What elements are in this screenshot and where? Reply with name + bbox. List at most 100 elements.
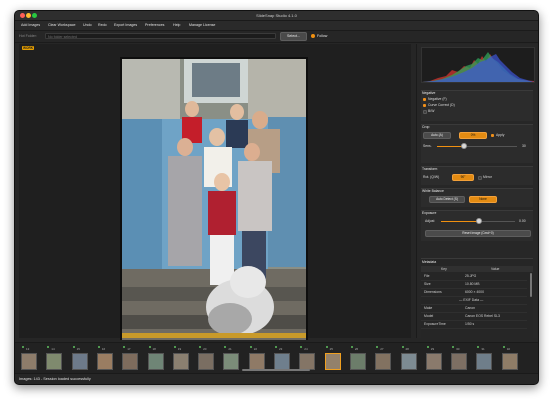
mirror-checkbox[interactable] <box>478 176 482 180</box>
crop-percent-select[interactable]: 0% <box>459 132 487 139</box>
thumbnail[interactable] <box>223 353 240 370</box>
metadata-key: Dimensions <box>424 290 442 294</box>
metadata-value: 10.80 MB <box>465 282 480 286</box>
thumbnail[interactable] <box>274 353 290 370</box>
auto-detect-wb-button[interactable]: Auto Detect (S) <box>429 196 465 203</box>
manage-license-button[interactable]: Manage License <box>189 23 215 27</box>
exposure-title: Exposure <box>422 211 437 215</box>
thumbnail[interactable] <box>71 353 88 370</box>
apply-crop-checkbox[interactable] <box>491 134 494 137</box>
thumbnail[interactable] <box>46 353 63 370</box>
metadata-value: Canon <box>465 306 475 310</box>
metadata-scrollbar[interactable] <box>530 273 532 297</box>
hot-folder-input[interactable]: No folder selected <box>45 33 276 39</box>
metadata-key: Size <box>424 282 431 286</box>
thumbnail[interactable] <box>172 353 189 370</box>
metadata-row: Make Canon <box>421 305 527 313</box>
follow-checkbox[interactable] <box>311 34 315 38</box>
negative-title: Negative <box>422 91 436 95</box>
thumbnail-status-dot <box>502 346 505 348</box>
auto-crop-button[interactable]: Auto (A) <box>423 132 451 139</box>
add-images-button[interactable]: Add Images <box>21 23 40 27</box>
thumbnail[interactable] <box>96 353 113 370</box>
select-folder-button[interactable]: Select... <box>280 32 307 41</box>
export-images-button[interactable]: Export Images <box>114 23 137 27</box>
metadata-key: ExposureTime <box>424 322 446 326</box>
thumbnail[interactable] <box>248 353 265 370</box>
crop-section: Crop Auto (A) 0% Apply Sens. 30 <box>421 124 533 163</box>
wb-mode-select[interactable]: None <box>469 196 497 203</box>
hot-folder-label: Hot Folder: <box>19 34 37 38</box>
controls-panel: Negative Negative (F) Curve Correct (D) … <box>416 44 537 339</box>
app-window: SlideSnap Studio 4.1.0 Add Images Clear … <box>14 10 539 385</box>
thumbnail-status-dot <box>199 346 202 348</box>
work-badge: WORK <box>22 46 35 50</box>
redo-button[interactable]: Redo <box>98 23 107 27</box>
metadata-row: Size 10.80 MB <box>421 281 527 289</box>
thumbnail-status-dot <box>325 346 328 348</box>
thumbnail[interactable] <box>501 353 518 370</box>
rotation-select[interactable]: 90° <box>452 174 474 181</box>
thumbnail-number: 21 <box>228 347 232 351</box>
adjust-label: Adjust <box>425 219 435 223</box>
title-bar: SlideSnap Studio 4.1.0 <box>15 11 538 21</box>
exposure-slider-knob[interactable] <box>476 218 482 224</box>
thumbnail[interactable] <box>349 353 366 370</box>
thumbnail-status-dot <box>249 346 252 348</box>
metadata-col-value: Value <box>491 267 500 271</box>
status-text: Images: 143 - Session loaded successfull… <box>19 377 91 381</box>
metadata-value: 1/50 s <box>465 322 475 326</box>
status-bar: Images: 143 - Session loaded successfull… <box>15 373 538 384</box>
thumbnail-status-dot <box>224 346 227 348</box>
metadata-value: 6000 × 4000 <box>465 290 484 294</box>
thumbnail[interactable] <box>299 353 316 370</box>
sens-slider-fill <box>437 146 463 147</box>
preferences-button[interactable]: Preferences <box>145 23 164 27</box>
thumbnail-number: 29 <box>430 347 435 351</box>
exposure-value: 0.00 <box>519 219 526 223</box>
undo-button[interactable]: Undo <box>83 23 92 27</box>
thumbnail[interactable] <box>476 353 493 370</box>
negative-checkbox[interactable] <box>423 98 426 101</box>
help-button[interactable]: Help <box>173 23 180 27</box>
curve-correct-checkbox[interactable] <box>423 104 426 107</box>
thumbnail-status-dot <box>22 346 24 348</box>
thumbnail-number: 31 <box>481 347 485 351</box>
metadata-row: ExposureTime 1/50 s <box>421 321 527 329</box>
sens-slider-knob[interactable] <box>461 143 467 149</box>
thumbnail-number: 17 <box>127 347 131 351</box>
reset-image-button[interactable]: Reset Image (Cmd+0) <box>425 230 531 237</box>
clear-workspace-button[interactable]: Clear Workspace <box>48 23 76 27</box>
thumbnail[interactable] <box>122 353 139 370</box>
image-canvas[interactable]: WORK <box>19 44 411 340</box>
thumbnail-number: 18 <box>152 347 156 351</box>
thumbnail[interactable] <box>375 353 392 370</box>
thumbnail-number: 16 <box>101 347 106 351</box>
bw-checkbox[interactable] <box>423 110 427 114</box>
white-balance-section: White Balance Auto Detect (S) None <box>421 188 533 207</box>
metadata-title: Metadata <box>422 260 437 264</box>
rot-label: Rot. (Q/W) <box>423 175 440 179</box>
sens-label: Sens. <box>423 144 432 148</box>
thumbnail[interactable] <box>324 353 341 370</box>
preview-photo <box>120 57 308 340</box>
thumbnail-status-dot <box>97 346 100 348</box>
filmstrip-scrollbar[interactable] <box>242 369 310 371</box>
thumbnail-status-dot <box>452 346 455 348</box>
curve-correct-label: Curve Correct (D) <box>428 103 455 107</box>
thumbnail[interactable] <box>425 353 442 370</box>
metadata-header: Key Value <box>421 266 533 272</box>
thumbnail[interactable] <box>147 353 164 370</box>
thumbnail[interactable] <box>451 353 468 370</box>
thumbnail-number: 19 <box>177 347 182 351</box>
thumbnail-status-dot <box>426 346 429 348</box>
thumbnail-status-dot <box>376 346 379 348</box>
thumbnail[interactable] <box>198 353 215 370</box>
toolbar: Add Images Clear Workspace Undo Redo Exp… <box>15 21 538 31</box>
metadata-row: Dimensions 6000 × 4000 <box>421 289 527 297</box>
thumbnail[interactable] <box>400 353 417 370</box>
metadata-key: Make <box>424 306 433 310</box>
thumbnail-number: 14 <box>51 347 55 351</box>
thumbnail-status-dot <box>72 346 75 348</box>
thumbnail[interactable] <box>21 353 37 370</box>
